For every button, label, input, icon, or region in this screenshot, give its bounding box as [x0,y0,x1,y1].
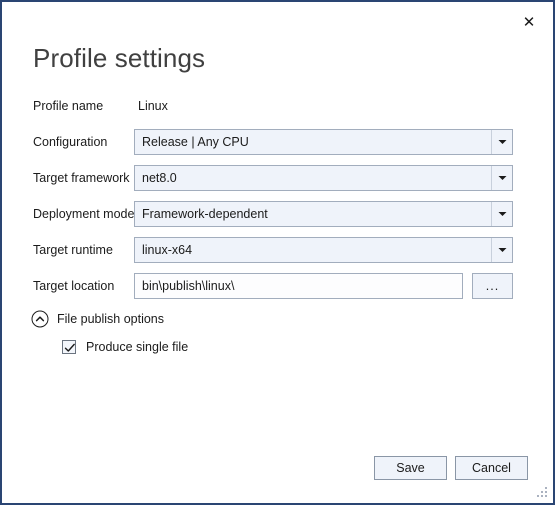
target-runtime-dropdown-value: linux-x64 [142,243,193,257]
label-target-location: Target location [33,279,115,293]
close-button[interactable]: ✕ [515,9,543,35]
chevron-down-icon[interactable] [491,238,512,262]
produce-single-file-checkbox[interactable]: Produce single file [62,337,188,357]
target-runtime-dropdown[interactable]: linux-x64 [134,237,513,263]
label-target-framework: Target framework [33,171,130,185]
label-target-runtime: Target runtime [33,243,113,257]
configuration-dropdown-value: Release | Any CPU [142,135,249,149]
browse-button[interactable]: ... [472,273,513,299]
form-row-target-runtime: Target runtime linux-x64 [2,237,553,263]
file-publish-options-label: File publish options [57,312,165,326]
check-icon [64,343,75,352]
produce-single-file-label: Produce single file [86,340,189,354]
form-row-target-location: Target location bin\publish\linux\ ... [2,273,553,299]
resize-grip-icon [537,487,547,497]
chevron-down-icon[interactable] [491,130,512,154]
target-framework-dropdown[interactable]: net8.0 [134,165,513,191]
target-location-input-value: bin\publish\linux\ [142,279,235,293]
value-profile-name: Linux [138,99,168,113]
deployment-mode-dropdown-value: Framework-dependent [142,207,268,221]
configuration-dropdown[interactable]: Release | Any CPU [134,129,513,155]
page-title: Profile settings [33,43,206,73]
target-location-input[interactable]: bin\publish\linux\ [134,273,463,299]
resize-grip[interactable] [536,486,549,499]
chevron-down-icon[interactable] [491,166,512,190]
label-configuration: Configuration [33,135,108,149]
cancel-button[interactable]: Cancel [455,456,528,480]
deployment-mode-dropdown[interactable]: Framework-dependent [134,201,513,227]
close-icon: ✕ [522,12,536,31]
label-deployment-mode: Deployment mode [33,207,135,221]
checkbox-box[interactable] [62,340,76,354]
target-framework-dropdown-value: net8.0 [142,171,177,185]
profile-settings-dialog: ✕ Profile settings Profile name Linux Co… [0,0,555,505]
form-row-target-framework: Target framework net8.0 [2,165,553,191]
form-row-deployment-mode: Deployment mode Framework-dependent [2,201,553,227]
chevron-down-icon[interactable] [491,202,512,226]
file-publish-options-expander[interactable]: File publish options [31,308,164,330]
form-row-configuration: Configuration Release | Any CPU [2,129,553,155]
save-button[interactable]: Save [374,456,447,480]
form-row-profile-name: Profile name Linux [2,93,553,119]
chevron-up-circle-icon [31,310,49,328]
label-profile-name: Profile name [33,99,104,113]
